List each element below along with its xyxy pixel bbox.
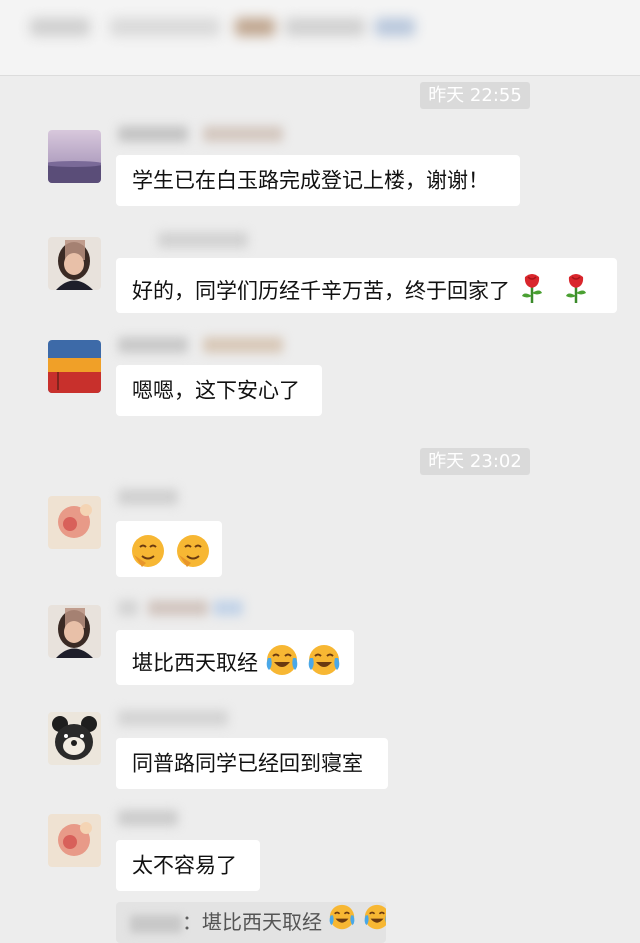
message-bubble[interactable]: 同普路同学已经回到寝室 <box>116 738 388 789</box>
message-bubble[interactable]: 好的，同学们历经千辛万苦，终于回家了 <box>116 258 617 313</box>
landscape-avatar[interactable] <box>48 130 101 183</box>
message-text: 学生已在白玉路完成登记上楼，谢谢！ <box>132 168 489 193</box>
message-bubble[interactable]: 嗯嗯，这下安心了 <box>116 365 322 416</box>
pink-avatar[interactable] <box>48 496 101 549</box>
sender-name-blurred <box>118 806 298 830</box>
rose-icon <box>561 272 591 311</box>
sender-name-blurred <box>118 333 298 357</box>
message-text: 同普路同学已经回到寝室 <box>132 751 363 776</box>
sunset-avatar[interactable] <box>48 340 101 393</box>
sender-name-blurred <box>118 228 298 252</box>
timestamp: 昨天 23:02 <box>420 448 530 475</box>
rose-icon <box>517 272 547 311</box>
crying-laughing-icon <box>265 644 299 683</box>
message-bubble[interactable]: 堪比西天取经 <box>116 630 354 685</box>
sender-name-blurred <box>118 485 298 509</box>
pink-avatar[interactable] <box>48 814 101 867</box>
sender-name-blurred <box>118 122 298 146</box>
sender-name-blurred <box>118 706 298 730</box>
message-bubble[interactable]: 太不容易了 <box>116 840 260 891</box>
message-text: 太不容易了 <box>132 853 237 878</box>
quoted-sender-blurred <box>130 914 182 933</box>
quote-separator: ： <box>182 910 202 934</box>
quoted-text: 堪比西天取经 <box>202 910 322 934</box>
message-text: 堪比西天取经 <box>132 651 258 675</box>
salute-face-icon <box>130 533 166 576</box>
woman-avatar[interactable] <box>48 605 101 658</box>
message-bubble[interactable]: 学生已在白玉路完成登记上楼，谢谢！ <box>116 155 520 206</box>
message-text: 好的，同学们历经千辛万苦，终于回家了 <box>132 279 510 303</box>
message-text: 嗯嗯，这下安心了 <box>132 378 300 403</box>
crying-laughing-icon <box>328 903 356 943</box>
woman-avatar[interactable] <box>48 237 101 290</box>
timestamp: 昨天 22:55 <box>420 82 530 109</box>
chat-header <box>0 0 640 76</box>
quoted-message[interactable]: ：堪比西天取经 <box>116 902 386 943</box>
crying-laughing-icon <box>307 644 341 683</box>
salute-face-icon <box>175 533 211 576</box>
blurred-chat-title <box>30 8 420 44</box>
message-bubble[interactable] <box>116 521 222 577</box>
crying-laughing-icon <box>363 903 386 943</box>
sender-name-blurred <box>118 596 298 620</box>
bear-avatar[interactable] <box>48 712 101 765</box>
